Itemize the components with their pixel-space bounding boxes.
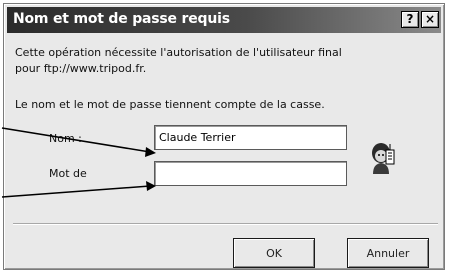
name-field[interactable] [154, 125, 347, 150]
password-label: Mot de [49, 167, 87, 180]
keys-person-icon [372, 143, 395, 174]
case-sensitivity-note: Le nom et le mot de passe tiennent compt… [15, 98, 325, 111]
cancel-button[interactable]: Annuler [347, 238, 429, 268]
ok-button[interactable]: OK [233, 238, 315, 268]
login-dialog: Nom et mot de passe requis ? × Cette opé… [3, 3, 445, 270]
separator [13, 223, 438, 225]
message-line-1: Cette opération nécessite l'autorisation… [15, 46, 342, 59]
help-button[interactable]: ? [401, 11, 419, 28]
name-label: Nom : [49, 132, 82, 145]
close-button[interactable]: × [421, 11, 439, 28]
password-field[interactable] [154, 161, 347, 186]
dialog-title: Nom et mot de passe requis [13, 11, 230, 27]
message-line-2: pour ftp://www.tripod.fr. [15, 62, 147, 75]
title-bar[interactable]: Nom et mot de passe requis ? × [7, 7, 441, 33]
